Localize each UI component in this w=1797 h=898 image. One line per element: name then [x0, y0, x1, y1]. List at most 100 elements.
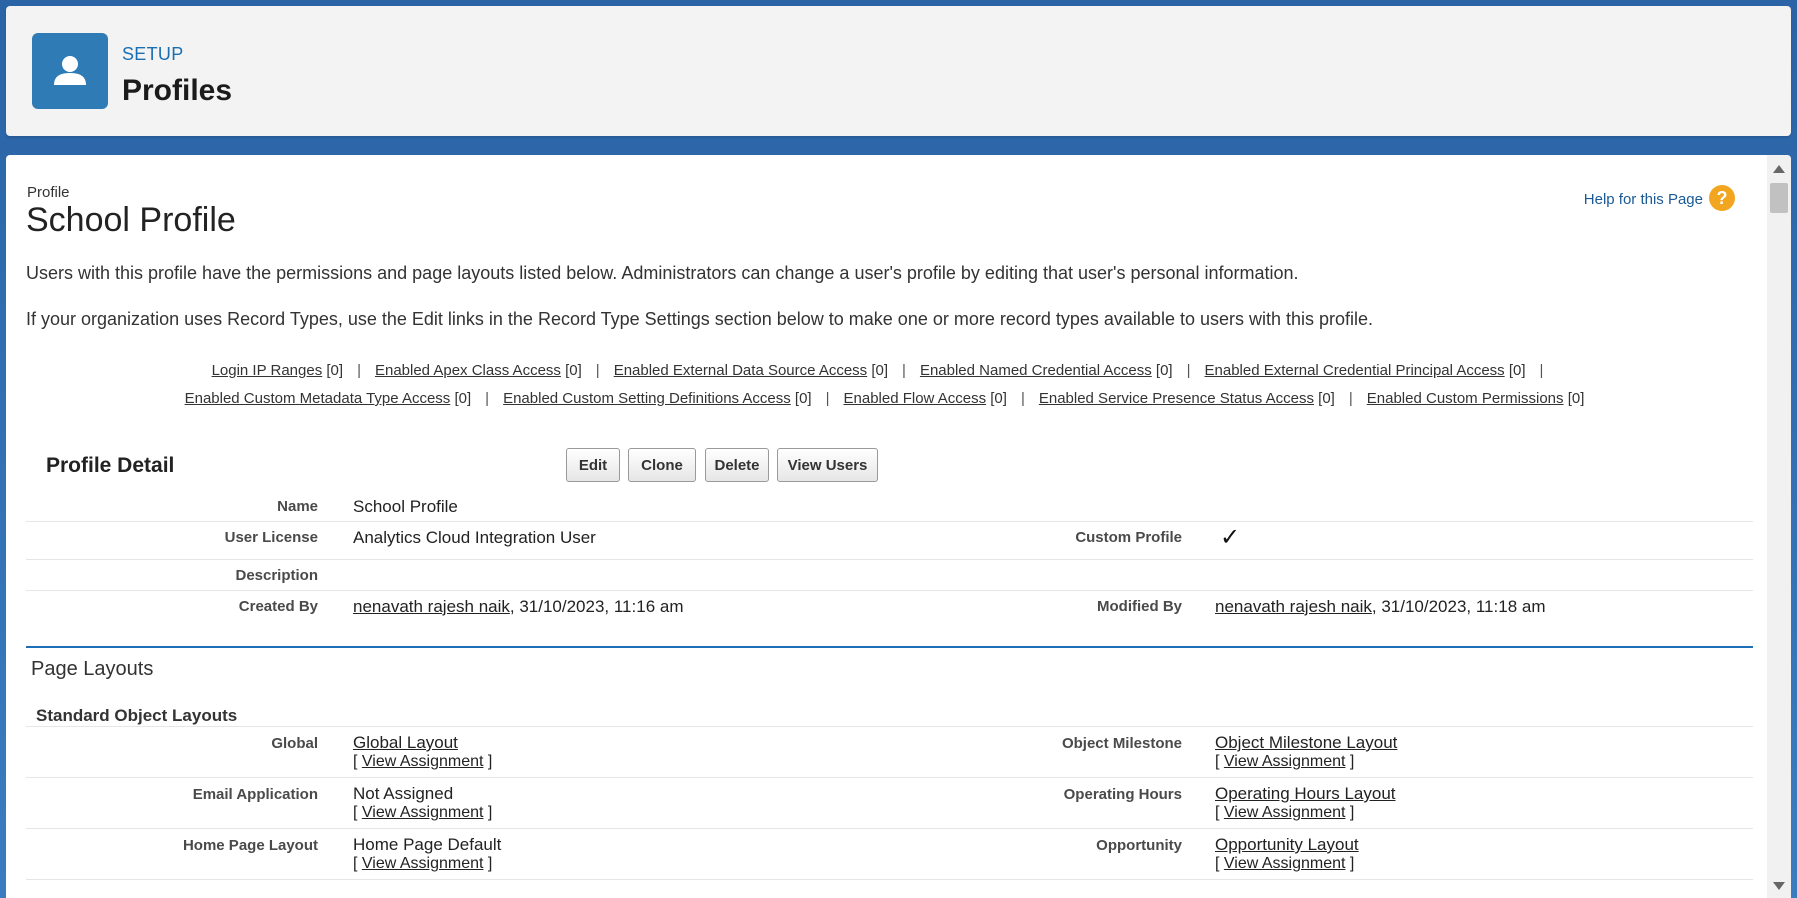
related-link-count: [0] — [1151, 362, 1173, 379]
related-link[interactable]: Enabled External Credential Principal Ac… — [1205, 362, 1505, 379]
detail-divider — [26, 559, 1753, 560]
modified-by-label: Modified By — [1097, 598, 1182, 615]
layout-object-label: Email Application — [192, 786, 318, 803]
layout-name: Home Page Default — [353, 835, 502, 854]
view-assignment-link[interactable]: View Assignment — [1224, 753, 1346, 770]
related-link-count: [0] — [1314, 390, 1335, 407]
related-link-count: [0] — [322, 362, 344, 379]
layout-value: Operating Hours Layout — [1215, 784, 1396, 804]
view-assignment-link[interactable]: View Assignment — [362, 855, 484, 872]
layout-link[interactable]: Global Layout — [353, 733, 458, 752]
related-link[interactable]: Enabled Custom Permissions — [1367, 390, 1564, 407]
view-assignment: [ View Assignment ] — [1215, 753, 1355, 770]
page-layouts-title: Page Layouts — [31, 658, 154, 680]
layout-object-label: Operating Hours — [1063, 786, 1182, 803]
help-link[interactable]: Help for this Page — [1584, 191, 1703, 208]
section-divider — [26, 646, 1753, 648]
scroll-down-arrow-icon[interactable] — [1773, 882, 1785, 890]
standard-object-layouts-title: Standard Object Layouts — [36, 706, 238, 725]
link-separator: | — [902, 362, 906, 379]
related-link[interactable]: Enabled Named Credential Access — [920, 362, 1152, 379]
created-by-value: nenavath rajesh naik, 31/10/2023, 11:16 … — [353, 597, 684, 617]
scroll-up-arrow-icon[interactable] — [1773, 165, 1785, 173]
name-value: School Profile — [353, 497, 458, 516]
related-link-count: [0] — [986, 390, 1007, 407]
clone-button[interactable]: Clone — [628, 448, 696, 482]
user-license-label: User License — [224, 529, 318, 546]
custom-profile-checkmark-icon: ✓ — [1220, 524, 1241, 551]
link-separator: | — [1020, 390, 1025, 407]
detail-divider — [26, 521, 1753, 522]
delete-button[interactable]: Delete — [705, 448, 769, 482]
link-separator: | — [357, 362, 361, 379]
layout-value: Global Layout — [353, 733, 458, 753]
setup-page-title: Profiles — [122, 74, 233, 107]
layout-object-label: Home Page Layout — [182, 837, 318, 854]
related-link-count: [0] — [790, 390, 812, 407]
layout-value: Opportunity Layout — [1215, 835, 1359, 855]
link-separator: | — [1186, 362, 1191, 379]
related-link-count: [0] — [560, 362, 582, 379]
scroll-thumb[interactable] — [1770, 183, 1788, 213]
layout-link[interactable]: Opportunity Layout — [1215, 835, 1359, 854]
profile-eyebrow: Profile — [27, 184, 70, 201]
related-link-count: [0] — [1504, 362, 1526, 379]
related-links-row-2: Enabled Custom Metadata Type Access [0] |… — [6, 390, 1763, 407]
help-icon[interactable]: ? — [1709, 185, 1735, 211]
intro-text-2: If your organization uses Record Types, … — [26, 309, 1374, 329]
layout-name: Not Assigned — [353, 784, 454, 803]
related-link-count: [0] — [867, 362, 889, 379]
view-assignment-link[interactable]: View Assignment — [1224, 804, 1346, 821]
vertical-scrollbar[interactable] — [1767, 155, 1791, 898]
layout-link[interactable]: Object Milestone Layout — [1215, 733, 1397, 752]
modified-by-date: , 31/10/2023, 11:18 am — [1371, 597, 1546, 616]
link-separator: | — [1348, 390, 1353, 407]
related-link-count: [0] — [450, 390, 472, 407]
detail-divider — [26, 590, 1753, 591]
created-by-user-link[interactable]: nenavath rajesh naik — [353, 597, 510, 616]
name-label: Name — [277, 498, 318, 515]
intro-text-1: Users with this profile have the permiss… — [26, 263, 1299, 283]
layout-object-label: Object Milestone — [1061, 735, 1182, 752]
created-by-date: , 31/10/2023, 11:16 am — [509, 597, 684, 616]
view-assignment: [ View Assignment ] — [1215, 804, 1355, 821]
layout-divider — [26, 777, 1753, 778]
layout-object-label: Global — [271, 735, 318, 752]
layout-divider — [26, 726, 1753, 727]
related-link[interactable]: Enabled External Data Source Access — [614, 362, 867, 379]
view-users-button[interactable]: View Users — [777, 448, 878, 482]
related-link[interactable]: Enabled Custom Setting Definitions Acces… — [503, 390, 791, 407]
related-link-count: [0] — [1563, 390, 1585, 407]
link-separator: | — [485, 390, 490, 407]
layout-value: Object Milestone Layout — [1215, 733, 1397, 753]
related-link[interactable]: Enabled Custom Metadata Type Access — [185, 390, 451, 407]
user-icon — [32, 33, 108, 109]
link-separator: | — [595, 362, 600, 379]
profile-content: Profile School Profile Help for this Pag… — [6, 155, 1791, 898]
created-by-label: Created By — [238, 598, 318, 615]
edit-button[interactable]: Edit — [566, 448, 620, 482]
link-separator: | — [825, 390, 830, 407]
layout-link[interactable]: Operating Hours Layout — [1215, 784, 1396, 803]
setup-header: SETUP Profiles — [6, 6, 1791, 136]
user-icon-glyph — [54, 56, 86, 85]
modified-by-value: nenavath rajesh naik, 31/10/2023, 11:18 … — [1215, 597, 1546, 617]
related-link[interactable]: Login IP Ranges — [212, 362, 323, 379]
profile-title: School Profile — [26, 201, 236, 239]
view-assignment: [ View Assignment ] — [353, 855, 493, 872]
layout-divider — [26, 879, 1753, 880]
related-link[interactable]: Enabled Apex Class Access — [375, 362, 561, 379]
related-link[interactable]: Enabled Flow Access — [844, 390, 987, 407]
view-assignment-link[interactable]: View Assignment — [1224, 855, 1346, 872]
user-license-value: Analytics Cloud Integration User — [353, 528, 596, 547]
view-assignment-link[interactable]: View Assignment — [362, 753, 484, 770]
related-link[interactable]: Enabled Service Presence Status Access — [1039, 390, 1314, 407]
profile-detail-title: Profile Detail — [46, 454, 175, 477]
view-assignment: [ View Assignment ] — [353, 753, 493, 770]
layout-value: Not Assigned — [353, 784, 453, 804]
view-assignment: [ View Assignment ] — [353, 804, 493, 821]
custom-profile-label: Custom Profile — [1075, 529, 1182, 546]
layout-value: Home Page Default — [353, 835, 501, 855]
modified-by-user-link[interactable]: nenavath rajesh naik — [1215, 597, 1372, 616]
view-assignment-link[interactable]: View Assignment — [362, 804, 484, 821]
